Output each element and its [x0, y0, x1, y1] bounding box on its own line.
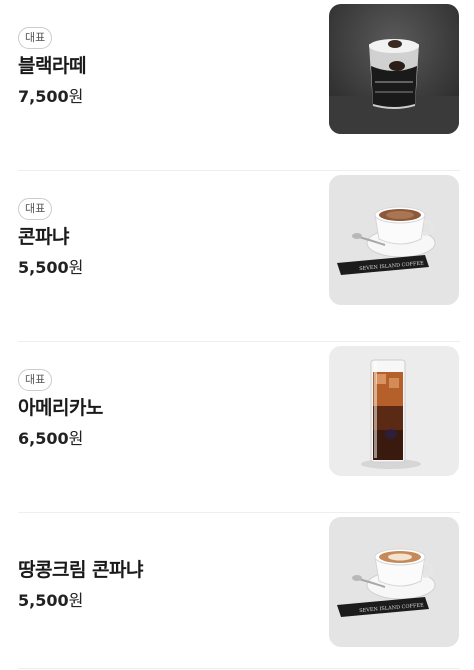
menu-item-info: 대표 콘파냐 5,500원 — [18, 197, 83, 279]
price-currency: 원 — [68, 87, 84, 106]
menu-item-peanut-cream-con-panna[interactable]: 땅콩크림 콘파냐 5,500원 SEVEN ISLAND COFFEE — [18, 513, 460, 669]
menu-item-price: 5,500원 — [18, 590, 143, 612]
signature-badge: 대표 — [18, 369, 53, 391]
menu-item-name: 콘파냐 — [18, 226, 69, 248]
menu-item-americano[interactable]: 대표 아메리카노 6,500원 — [18, 342, 460, 513]
signature-badge: 대표 — [18, 198, 53, 220]
menu-item-name: 땅콩크림 콘파냐 — [18, 559, 143, 581]
menu-item-black-latte[interactable]: 대표 블랙라떼 7,500원 — [18, 0, 460, 171]
americano-photo[interactable] — [329, 346, 459, 476]
peanut-cream-con-panna-photo[interactable]: SEVEN ISLAND COFFEE — [329, 517, 459, 647]
menu-item-con-panna[interactable]: 대표 콘파냐 5,500원 SEVEN ISLAND COFFEE — [18, 171, 460, 342]
black-latte-photo[interactable] — [329, 4, 459, 134]
price-currency: 원 — [68, 591, 84, 610]
menu-item-info: 대표 블랙라떼 7,500원 — [18, 26, 86, 108]
menu-item-name: 아메리카노 — [18, 397, 103, 419]
price-currency: 원 — [68, 429, 84, 448]
menu-item-price: 5,500원 — [18, 257, 83, 279]
menu-list: 대표 블랙라떼 7,500원 대표 콘파냐 5,500원 SEVEN ISLAN… — [0, 0, 474, 670]
price-amount: 5,500 — [18, 258, 69, 277]
menu-item-price: 6,500원 — [18, 428, 103, 450]
price-currency: 원 — [68, 258, 84, 277]
menu-item-info: 대표 아메리카노 6,500원 — [18, 368, 103, 450]
signature-badge: 대표 — [18, 27, 53, 49]
price-amount: 5,500 — [18, 591, 69, 610]
menu-item-info: 땅콩크림 콘파냐 5,500원 — [18, 553, 143, 612]
menu-item-name: 블랙라떼 — [18, 55, 86, 77]
con-panna-photo[interactable]: SEVEN ISLAND COFFEE — [329, 175, 459, 305]
price-amount: 7,500 — [18, 87, 69, 106]
price-amount: 6,500 — [18, 429, 69, 448]
menu-item-price: 7,500원 — [18, 86, 86, 108]
